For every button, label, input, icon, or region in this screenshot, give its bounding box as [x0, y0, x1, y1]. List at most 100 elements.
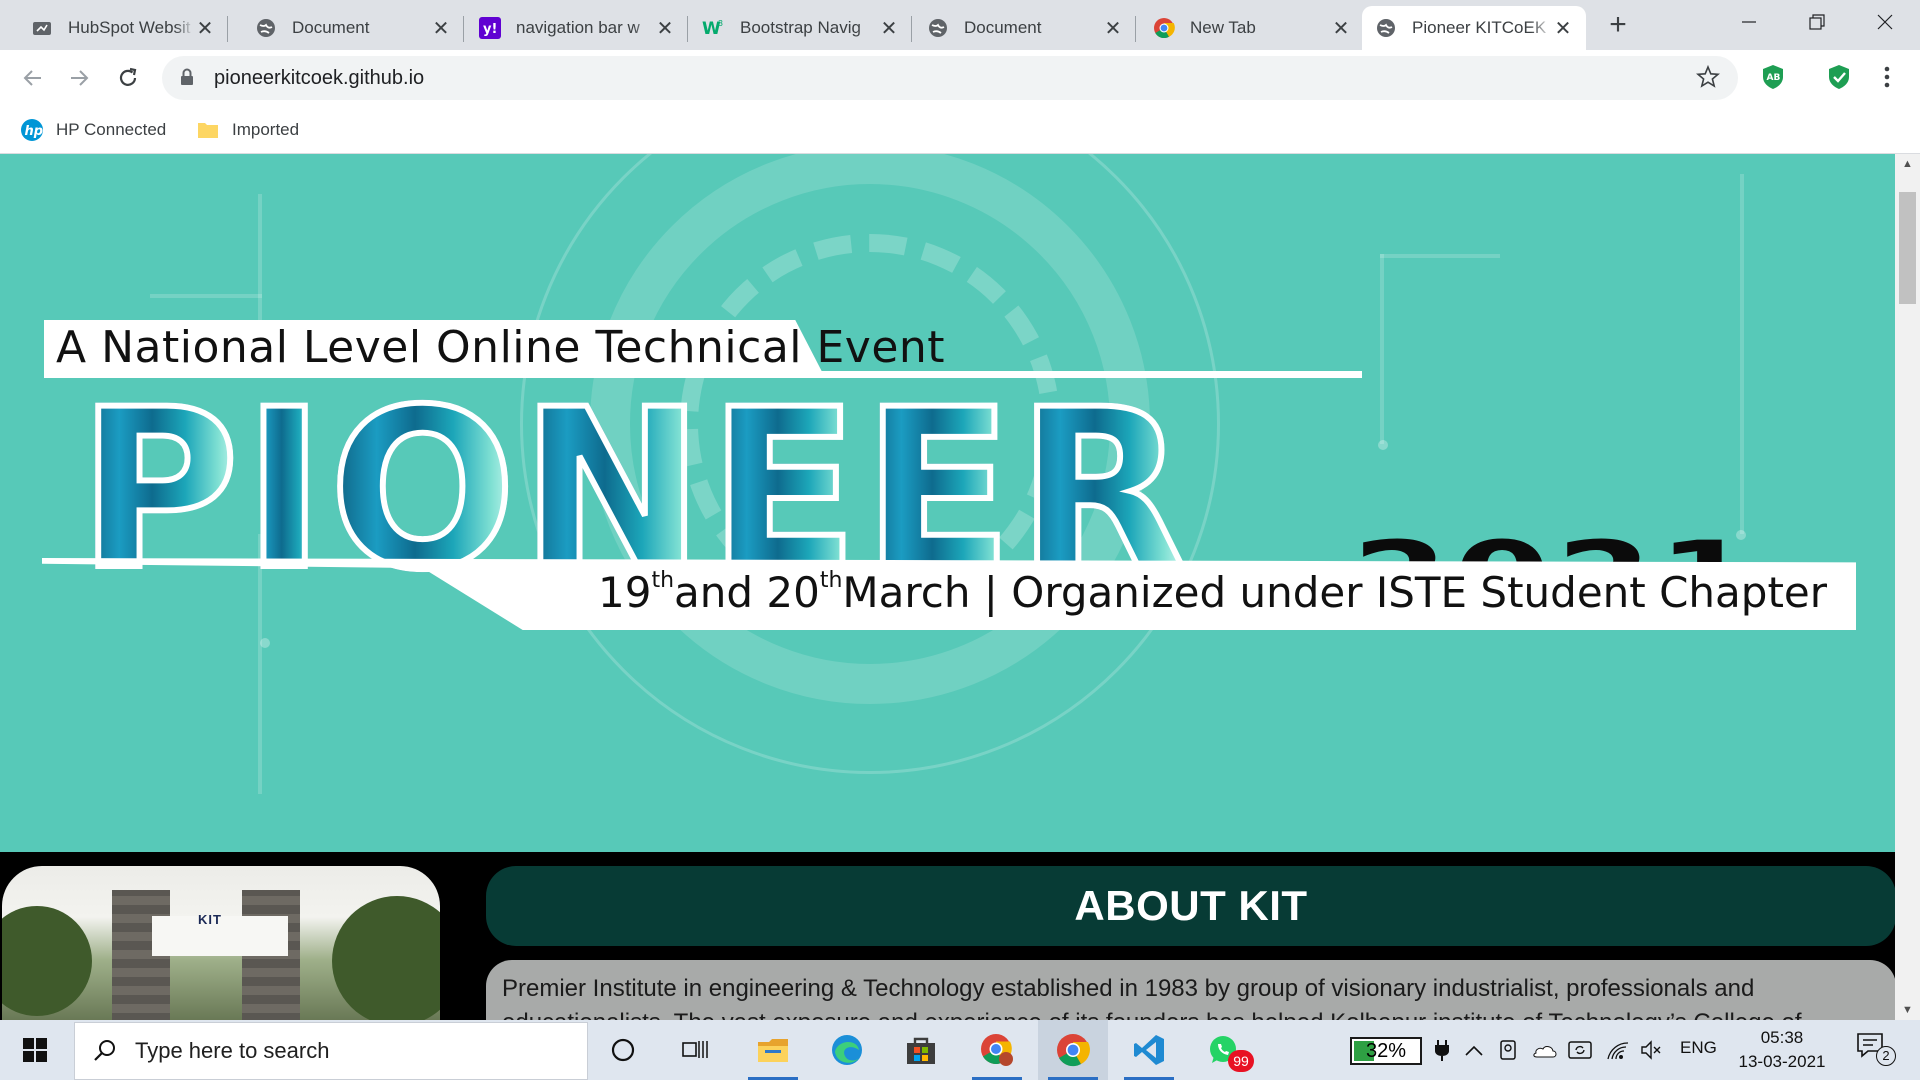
tree [332, 896, 440, 1020]
w3schools-icon: W3 [702, 16, 726, 40]
language-indicator[interactable]: ENG [1680, 1038, 1717, 1058]
globe-icon [926, 16, 950, 40]
kebab-menu-icon [1884, 66, 1890, 88]
reload-button[interactable] [110, 60, 146, 96]
svg-text:y!: y! [483, 22, 497, 37]
search-placeholder: Type here to search [135, 1038, 330, 1063]
adblock-extension-icon[interactable]: AB [1758, 62, 1788, 92]
tab-title: Document [964, 18, 1042, 37]
speaker-muted-icon[interactable] [1638, 1036, 1666, 1064]
tab-separator [463, 16, 464, 42]
bookmark-imported[interactable]: Imported [196, 116, 299, 144]
event-dates: 19thand 20thMarch | Organized under ISTE… [598, 564, 1827, 622]
chevron-up-icon[interactable] [1460, 1036, 1488, 1064]
close-tab-icon[interactable]: ✕ [878, 16, 900, 41]
close-tab-icon[interactable]: ✕ [1552, 16, 1574, 41]
tab-yahoo-navigation[interactable]: y! navigation bar w ✕ [466, 6, 688, 50]
scroll-down-arrow-icon[interactable]: ▼ [1895, 1000, 1920, 1020]
scrollbar-thumb[interactable] [1899, 192, 1916, 304]
close-window-button[interactable] [1850, 0, 1920, 44]
circuit-line [1740, 174, 1744, 534]
power-plug-icon [1428, 1036, 1456, 1064]
store-icon[interactable] [886, 1020, 956, 1080]
svg-text:3: 3 [718, 19, 723, 28]
wordmark-letter: R [1014, 362, 1191, 618]
start-button[interactable] [0, 1020, 70, 1080]
tab-bootstrap-navigation[interactable]: W3 Bootstrap Navig ✕ [690, 6, 912, 50]
hero-banner: A National Level Online Technical Event … [0, 154, 1895, 852]
clock-time: 05:38 [1760, 1028, 1804, 1047]
browser-menu-button[interactable] [1872, 62, 1902, 92]
reload-icon [119, 67, 137, 86]
restore-icon [1809, 14, 1825, 30]
back-button[interactable] [14, 60, 50, 96]
vscode-icon[interactable] [1114, 1020, 1184, 1080]
date-ordinal: th [819, 568, 843, 593]
close-tab-icon[interactable]: ✕ [1102, 16, 1124, 41]
address-bar[interactable]: pioneerkitcoek.github.io [162, 56, 1738, 100]
chrome-icon[interactable] [1038, 1020, 1108, 1080]
minimize-button[interactable] [1714, 0, 1784, 44]
tree [2, 906, 92, 1016]
notification-badge: 99 [1228, 1050, 1254, 1072]
file-explorer-icon[interactable] [738, 1020, 808, 1080]
close-tab-icon[interactable]: ✕ [194, 16, 216, 41]
date-organizer: March | Organized under ISTE Student Cha… [842, 568, 1828, 617]
bookmarks-bar: hp HP Connected Imported [0, 106, 1920, 154]
tab-title: HubSpot Websit [68, 18, 191, 37]
tab-document-1[interactable]: Document ✕ [242, 6, 464, 50]
folder-icon [196, 118, 220, 142]
date-day1: 19 [598, 568, 652, 617]
onedrive-cloud-icon[interactable] [1530, 1036, 1558, 1064]
scroll-up-arrow-icon[interactable]: ▲ [1895, 154, 1920, 174]
edge-icon[interactable] [812, 1020, 882, 1080]
about-description: Premier Institute in engineering & Techn… [486, 960, 1896, 1020]
wifi-icon[interactable] [1604, 1036, 1632, 1064]
tab-separator [911, 16, 912, 42]
battery-indicator[interactable]: 32% [1350, 1037, 1422, 1065]
tab-pioneer-active[interactable]: Pioneer KITCoEK ✕ [1362, 6, 1586, 50]
shield-extension-icon[interactable] [1824, 62, 1854, 92]
campus-photo: KIT [2, 866, 440, 1020]
forward-button[interactable] [62, 60, 98, 96]
tab-new-tab[interactable]: New Tab ✕ [1140, 6, 1364, 50]
circuit-line [150, 294, 262, 298]
whatsapp-icon[interactable]: 99 [1188, 1020, 1258, 1080]
tab-hubspot[interactable]: HubSpot Websit ✕ [18, 6, 228, 50]
meet-now-icon[interactable] [1494, 1036, 1522, 1064]
new-tab-button[interactable]: + [1602, 10, 1634, 42]
tab-title: navigation bar w [516, 18, 640, 37]
hubspot-icon [30, 16, 54, 40]
about-title: ABOUT KIT [1074, 882, 1308, 929]
bookmark-label: Imported [232, 120, 300, 139]
tab-title: Pioneer KITCoEK [1412, 18, 1547, 37]
page-scrollbar[interactable]: ▲ ▼ [1895, 154, 1920, 1020]
globe-icon [1374, 16, 1398, 40]
task-view-icon[interactable] [660, 1020, 730, 1080]
tab-title: New Tab [1190, 18, 1256, 37]
hp-icon: hp [20, 118, 44, 142]
system-clock[interactable]: 05:38 13-03-2021 [1732, 1026, 1832, 1074]
bookmark-star-icon[interactable] [1696, 65, 1720, 89]
windows-taskbar: Type here to search 99 32% ENG 05:38 13-… [0, 1020, 1920, 1080]
campus-sign-text: KIT [198, 912, 222, 927]
tab-document-2[interactable]: Document ✕ [914, 6, 1136, 50]
date-day2: and 20 [674, 568, 820, 617]
tab-title: Document [292, 18, 370, 37]
windows-logo-icon [23, 1038, 47, 1062]
bookmark-hp-connected[interactable]: hp HP Connected [20, 116, 166, 144]
device-sync-icon[interactable] [1566, 1036, 1594, 1064]
close-tab-icon[interactable]: ✕ [430, 16, 452, 41]
chrome-profile-icon[interactable] [962, 1020, 1032, 1080]
action-center-button[interactable]: 2 [1856, 1032, 1896, 1068]
taskbar-search-box[interactable]: Type here to search [74, 1022, 588, 1080]
arrow-right-icon [71, 70, 89, 86]
tab-separator [227, 16, 228, 42]
restore-button[interactable] [1782, 0, 1852, 44]
url-text[interactable]: pioneerkitcoek.github.io [214, 67, 424, 90]
close-tab-icon[interactable]: ✕ [654, 16, 676, 41]
date-ordinal: th [651, 568, 675, 593]
close-tab-icon[interactable]: ✕ [1330, 16, 1352, 41]
cortana-icon[interactable] [588, 1020, 658, 1080]
circuit-line [1380, 254, 1500, 258]
